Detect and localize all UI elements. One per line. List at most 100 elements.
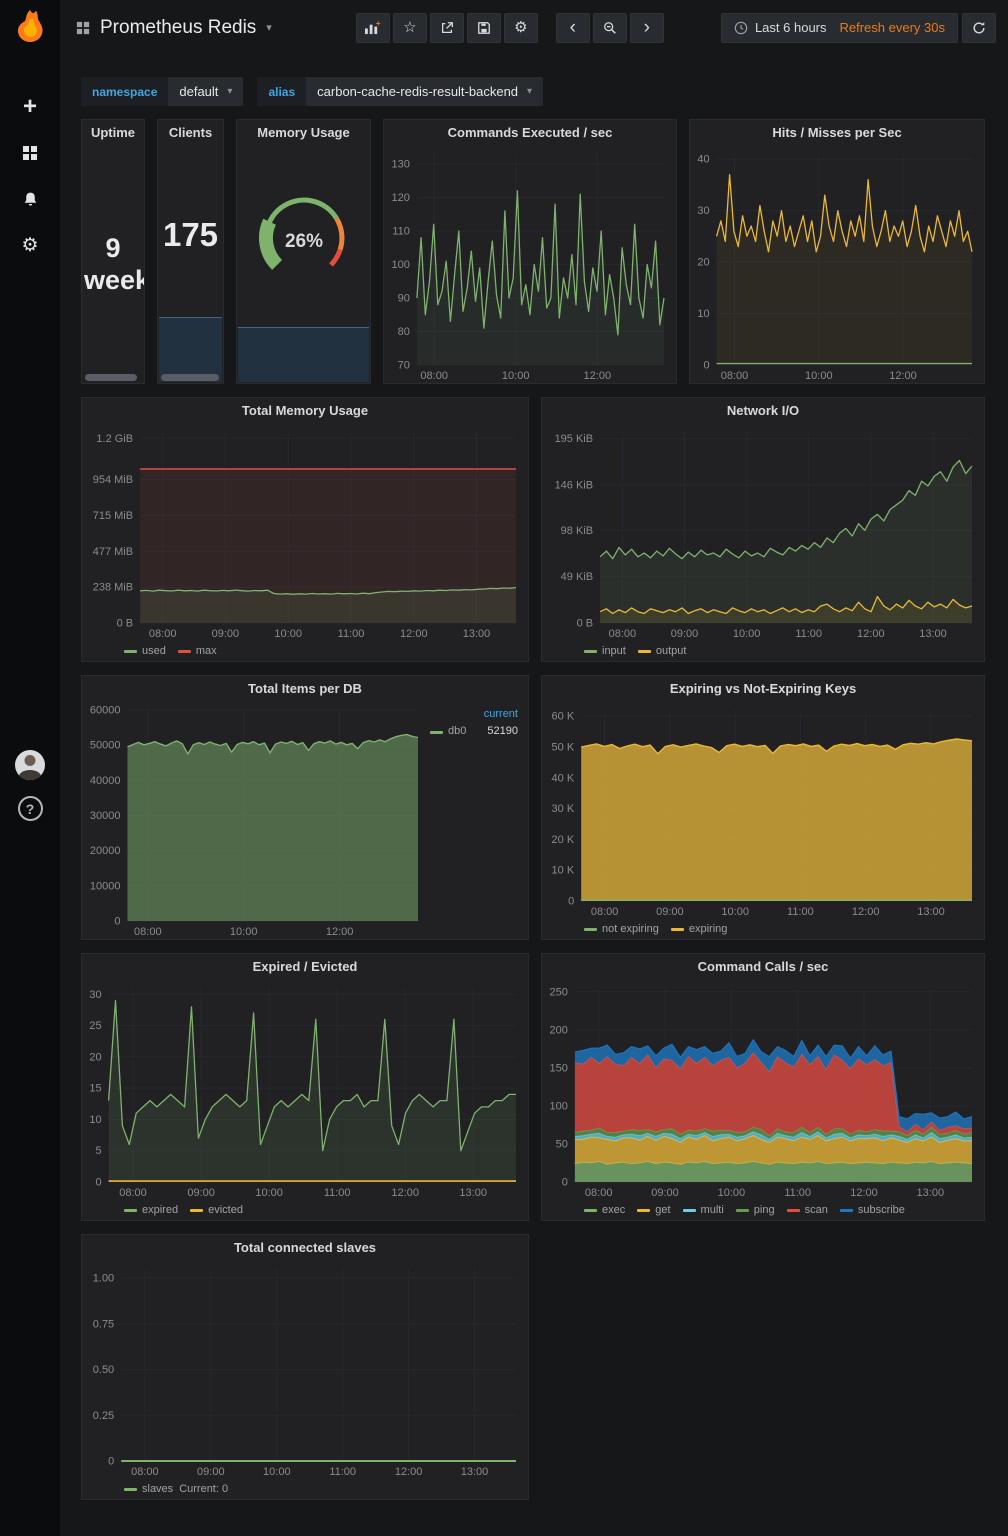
legend-item-db0[interactable]: db0 52190 bbox=[430, 725, 518, 737]
svg-text:5: 5 bbox=[95, 1145, 101, 1157]
refresh-now-button[interactable] bbox=[962, 13, 996, 43]
svg-text:49 KiB: 49 KiB bbox=[561, 571, 593, 583]
svg-text:20: 20 bbox=[697, 257, 709, 269]
legend-item[interactable]: scan bbox=[787, 1204, 828, 1216]
svg-text:25: 25 bbox=[89, 1020, 101, 1032]
clients-hscrollbar[interactable] bbox=[161, 374, 219, 381]
namespace-value-dropdown[interactable]: default ▾ bbox=[168, 77, 243, 106]
panel-title-commands[interactable]: Commands Executed / sec bbox=[384, 120, 676, 146]
alias-variable: alias carbon-cache-redis-result-backend … bbox=[257, 77, 543, 106]
panel-title-memory-usage[interactable]: Memory Usage bbox=[237, 120, 370, 146]
legend-item[interactable]: get bbox=[637, 1204, 670, 1216]
alias-caret-icon: ▾ bbox=[527, 86, 532, 97]
legend-item[interactable]: subscribe bbox=[840, 1204, 905, 1216]
commands-chart[interactable]: 70809010011012013008:0010:0012:00 bbox=[384, 146, 676, 383]
panel-title-command-calls[interactable]: Command Calls / sec bbox=[542, 954, 984, 980]
svg-text:10:00: 10:00 bbox=[274, 628, 302, 640]
legend-swatch bbox=[584, 928, 597, 931]
network-io-chart[interactable]: 0 B49 KiB98 KiB146 KiB195 KiB08:0009:001… bbox=[542, 424, 984, 641]
svg-text:10:00: 10:00 bbox=[255, 1187, 283, 1199]
svg-text:09:00: 09:00 bbox=[656, 906, 684, 918]
legend-swatch bbox=[840, 1209, 853, 1212]
svg-text:12:00: 12:00 bbox=[857, 628, 885, 640]
svg-text:08:00: 08:00 bbox=[609, 628, 637, 640]
legend-item[interactable]: used bbox=[124, 645, 166, 657]
svg-text:08:00: 08:00 bbox=[119, 1187, 147, 1199]
panel-title-hits-misses[interactable]: Hits / Misses per Sec bbox=[690, 120, 984, 146]
svg-text:+: + bbox=[376, 20, 381, 28]
legend-item[interactable]: exec bbox=[584, 1204, 625, 1216]
share-dashboard-button[interactable] bbox=[430, 13, 464, 43]
legend-item[interactable]: output bbox=[638, 645, 687, 657]
connected-slaves-chart[interactable]: 00.250.500.751.0008:0009:0010:0011:0012:… bbox=[82, 1261, 528, 1479]
panel-title-total-memory[interactable]: Total Memory Usage bbox=[82, 398, 528, 424]
uptime-body: 9 weeks bbox=[82, 146, 144, 383]
namespace-caret-icon: ▾ bbox=[227, 86, 232, 97]
panel-title-connected-slaves[interactable]: Total connected slaves bbox=[82, 1235, 528, 1261]
clients-body: 175 bbox=[158, 146, 223, 383]
alias-value-dropdown[interactable]: carbon-cache-redis-result-backend ▾ bbox=[306, 77, 543, 106]
panel-title-uptime[interactable]: Uptime bbox=[82, 120, 144, 146]
uptime-hscrollbar[interactable] bbox=[85, 374, 137, 381]
star-dashboard-button[interactable]: ☆ bbox=[393, 13, 427, 43]
total-items-chart[interactable]: 010000200003000040000500006000008:0010:0… bbox=[82, 702, 430, 939]
panel-title-network-io[interactable]: Network I/O bbox=[542, 398, 984, 424]
legend-swatch bbox=[787, 1209, 800, 1212]
svg-text:0 B: 0 B bbox=[117, 618, 134, 630]
svg-text:0: 0 bbox=[95, 1177, 101, 1189]
expiring-keys-legend: not expiring expiring bbox=[542, 919, 984, 939]
expiring-keys-chart[interactable]: 010 K20 K30 K40 K50 K60 K08:0009:0010:00… bbox=[542, 702, 984, 919]
legend-item[interactable]: input bbox=[584, 645, 626, 657]
time-back-button[interactable]: ‹ bbox=[556, 13, 590, 43]
svg-text:13:00: 13:00 bbox=[917, 1187, 945, 1199]
time-forward-button[interactable]: › bbox=[630, 13, 664, 43]
svg-text:98 KiB: 98 KiB bbox=[561, 525, 593, 537]
top-navbar: Prometheus Redis ▾ + ☆ bbox=[60, 0, 1008, 55]
expired-evicted-chart[interactable]: 05101520253008:0009:0010:0011:0012:0013:… bbox=[82, 980, 528, 1200]
save-dashboard-button[interactable] bbox=[467, 13, 501, 43]
legend-item[interactable]: not expiring bbox=[584, 923, 659, 935]
add-panel-button[interactable]: + bbox=[356, 13, 390, 43]
legend-item[interactable]: evicted bbox=[190, 1204, 243, 1216]
svg-text:10: 10 bbox=[89, 1114, 101, 1126]
add-panel-icon: + bbox=[364, 20, 381, 35]
legend-swatch bbox=[736, 1209, 749, 1212]
panel-title-expiring-keys[interactable]: Expiring vs Not-Expiring Keys bbox=[542, 676, 984, 702]
legend-item[interactable]: slaves Current: 0 bbox=[124, 1483, 228, 1495]
legend-item[interactable]: multi bbox=[683, 1204, 724, 1216]
svg-text:10:00: 10:00 bbox=[263, 1466, 291, 1478]
svg-text:11:00: 11:00 bbox=[338, 628, 365, 640]
dashboard-title-dropdown[interactable]: Prometheus Redis ▾ bbox=[76, 17, 272, 39]
svg-text:0: 0 bbox=[562, 1177, 568, 1189]
create-add-button[interactable]: + bbox=[18, 95, 42, 119]
configuration-button[interactable]: ⚙ bbox=[18, 233, 42, 257]
help-button[interactable]: ? bbox=[18, 796, 43, 821]
dashboard-title: Prometheus Redis bbox=[100, 17, 256, 39]
command-calls-chart[interactable]: 05010015020025008:0009:0010:0011:0012:00… bbox=[542, 980, 984, 1200]
svg-text:12:00: 12:00 bbox=[852, 906, 880, 918]
alerting-button[interactable] bbox=[18, 187, 42, 211]
total-memory-chart[interactable]: 0 B238 MiB477 MiB715 MiB954 MiB1.2 GiB08… bbox=[82, 424, 528, 641]
legend-extra: Current: 0 bbox=[179, 1483, 228, 1495]
time-range-picker[interactable]: Last 6 hours Refresh every 30s bbox=[721, 13, 958, 43]
legend-swatch bbox=[124, 650, 137, 653]
svg-text:70: 70 bbox=[398, 360, 410, 372]
dashboard-settings-button[interactable]: ⚙ bbox=[504, 13, 538, 43]
panel-title-clients[interactable]: Clients bbox=[158, 120, 223, 146]
dashboards-button[interactable] bbox=[18, 141, 42, 165]
panel-title-total-items[interactable]: Total Items per DB bbox=[82, 676, 528, 702]
user-avatar[interactable] bbox=[15, 750, 45, 780]
svg-text:477 MiB: 477 MiB bbox=[93, 546, 133, 558]
legend-item[interactable]: ping bbox=[736, 1204, 775, 1216]
legend-item[interactable]: expiring bbox=[671, 923, 728, 935]
zoom-out-button[interactable] bbox=[593, 13, 627, 43]
legend-item[interactable]: max bbox=[178, 645, 217, 657]
alias-label: alias bbox=[257, 77, 306, 106]
legend-item[interactable]: expired bbox=[124, 1204, 178, 1216]
grafana-logo[interactable] bbox=[12, 8, 48, 49]
svg-text:250: 250 bbox=[550, 986, 568, 998]
panel-commands-executed: Commands Executed / sec 7080901001101201… bbox=[383, 119, 677, 384]
hits-misses-chart[interactable]: 01020304008:0010:0012:00 bbox=[690, 146, 984, 383]
legend-swatch bbox=[584, 1209, 597, 1212]
panel-title-expired-evicted[interactable]: Expired / Evicted bbox=[82, 954, 528, 980]
